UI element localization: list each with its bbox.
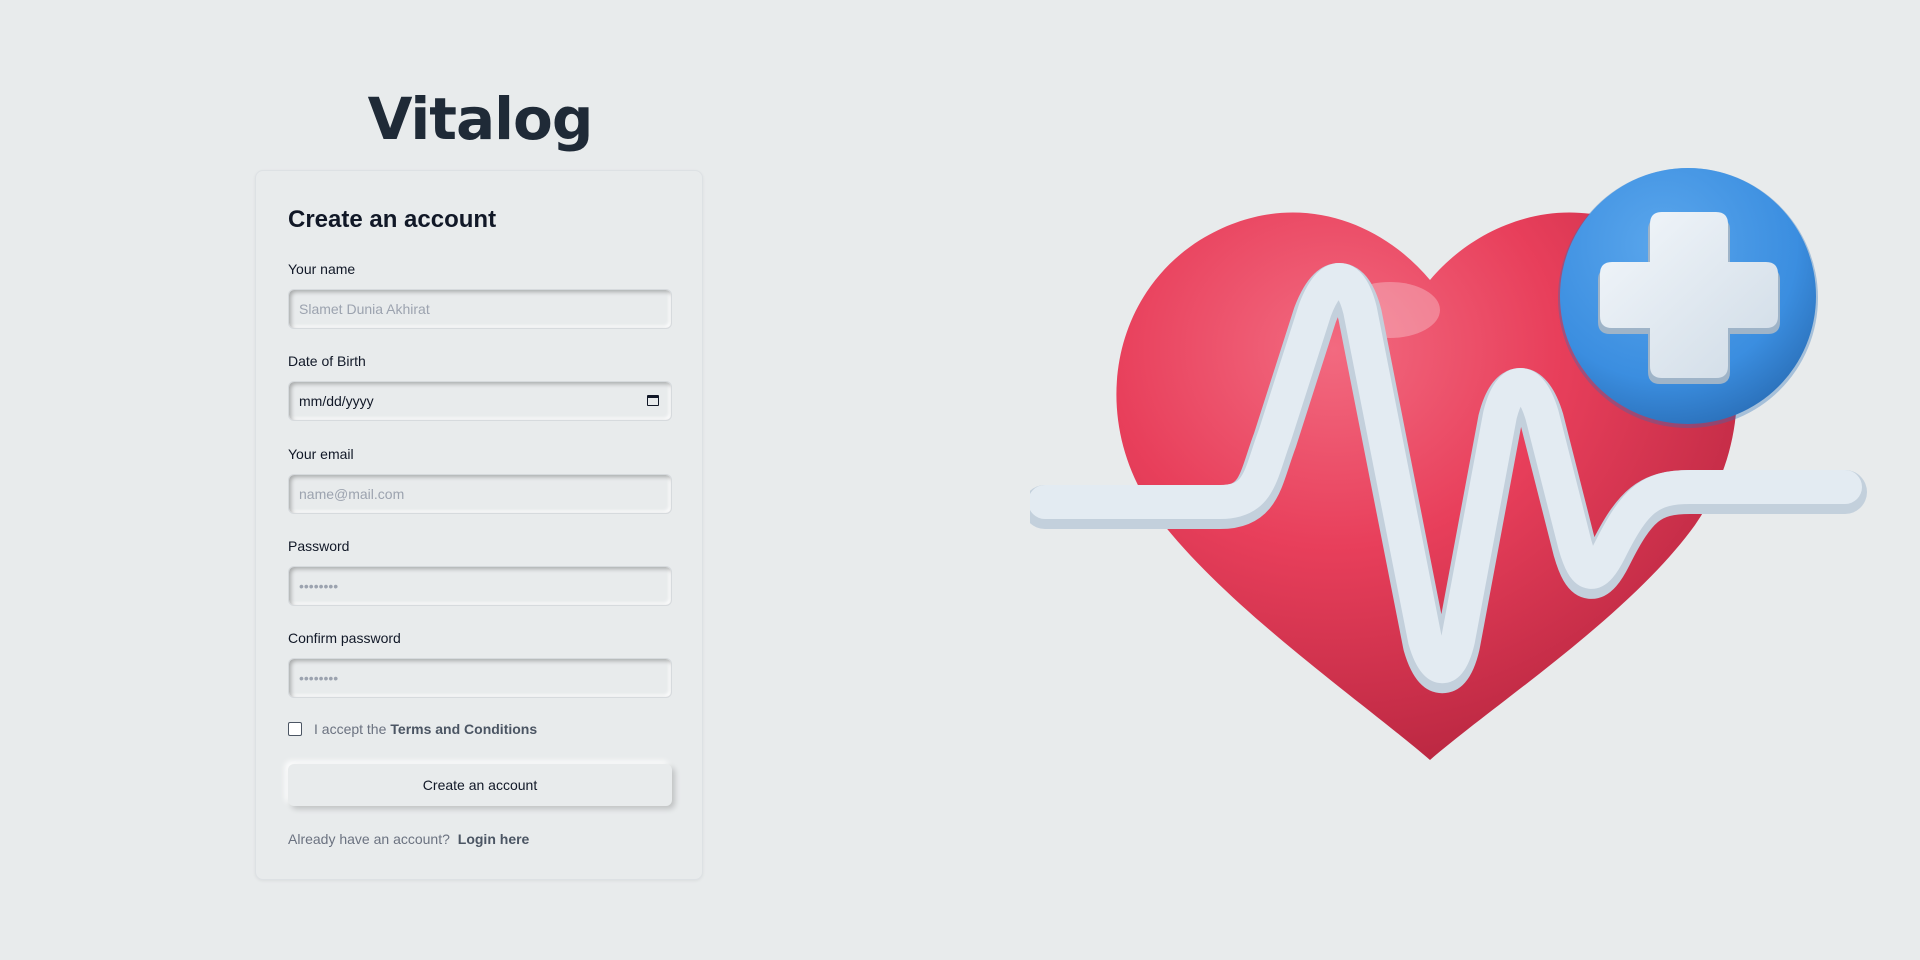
name-field-group: Your name Slamet Dunia Akhirat bbox=[288, 259, 672, 329]
name-label: Your name bbox=[288, 261, 356, 277]
plus-badge bbox=[1558, 168, 1818, 428]
dob-input[interactable]: mm/dd/yyyy bbox=[288, 381, 672, 421]
signup-panel: Vitalog Create an account Your name Slam… bbox=[255, 0, 705, 960]
dob-value: mm/dd/yyyy bbox=[299, 393, 374, 409]
terms-checkbox[interactable] bbox=[288, 722, 302, 736]
confirm-password-field-group: Confirm password •••••••• bbox=[288, 628, 672, 698]
login-link[interactable]: Login here bbox=[458, 831, 530, 847]
signin-row: Already have an account? Login here bbox=[288, 831, 529, 847]
terms-row: I accept the Terms and Conditions bbox=[288, 721, 537, 737]
calendar-icon[interactable] bbox=[647, 395, 659, 406]
password-field-group: Password •••••••• bbox=[288, 536, 672, 606]
password-label: Password bbox=[288, 538, 350, 554]
terms-prefix: I accept the bbox=[314, 721, 387, 737]
vitalog-logo: Vitalog bbox=[367, 85, 594, 153]
terms-link[interactable]: Terms and Conditions bbox=[390, 721, 537, 737]
email-input[interactable]: name@mail.com bbox=[288, 474, 672, 514]
signup-card: Create an account Your name Slamet Dunia… bbox=[255, 170, 703, 880]
confirm-password-input[interactable]: •••••••• bbox=[288, 658, 672, 698]
confirm-password-label: Confirm password bbox=[288, 630, 401, 646]
form-title: Create an account bbox=[288, 206, 497, 233]
email-field-group: Your email name@mail.com bbox=[288, 444, 672, 514]
name-input[interactable]: Slamet Dunia Akhirat bbox=[288, 289, 672, 329]
email-label: Your email bbox=[288, 446, 354, 462]
dob-label: Date of Birth bbox=[288, 353, 366, 369]
heart-pulse-plus-illustration bbox=[1030, 168, 1867, 761]
password-input[interactable]: •••••••• bbox=[288, 566, 672, 606]
signin-prompt: Already have an account? bbox=[288, 831, 450, 847]
create-account-button[interactable]: Create an account bbox=[288, 764, 672, 806]
dob-field-group: Date of Birth mm/dd/yyyy bbox=[288, 351, 672, 421]
